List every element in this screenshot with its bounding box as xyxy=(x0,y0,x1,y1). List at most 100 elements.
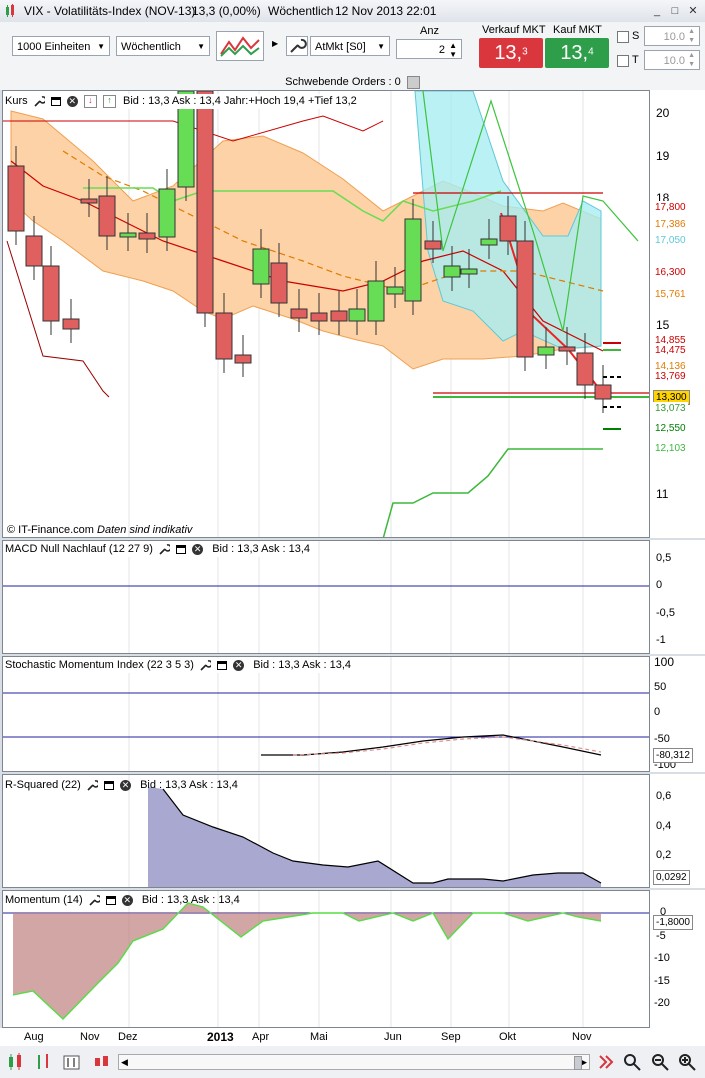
rsq-last-value: 0,0292 xyxy=(653,870,690,885)
stoch-line xyxy=(261,734,602,756)
target-input[interactable]: 10.0 ▲ ▼ xyxy=(644,50,700,70)
axis-label: 19 xyxy=(656,149,670,163)
order-type-select[interactable]: AtMkt [S0] ▼ xyxy=(310,36,390,56)
stop-checkbox[interactable] xyxy=(617,31,629,43)
zoom-fit-icon[interactable] xyxy=(622,1052,642,1072)
candle xyxy=(42,265,60,322)
stop-value: 10.0 xyxy=(663,31,685,43)
qty-value: 2 xyxy=(438,44,445,56)
candle xyxy=(424,240,442,250)
stoch-panel[interactable]: Stochastic Momentum Index (22 3 5 3) ✕ B… xyxy=(2,656,650,772)
price-axis[interactable]: 20 19 18 15 11 17,800 17,386 17,050 16,300 1… xyxy=(650,90,705,538)
candle xyxy=(516,240,534,358)
close-icon[interactable]: ✕ xyxy=(686,4,700,18)
move-down-icon[interactable]: ↓ xyxy=(83,94,97,108)
candle xyxy=(386,286,404,295)
stepper-icon[interactable]: ▲ ▼ xyxy=(688,27,695,45)
units-value: 1000 Einheiten xyxy=(17,41,91,53)
macd-axis[interactable]: 0,5 0 -0,5 -1 xyxy=(650,540,705,654)
price-chart[interactable] xyxy=(3,91,650,538)
candle xyxy=(558,346,576,352)
ohlc-icon[interactable] xyxy=(62,1052,82,1072)
pending-orders-bar: Schwebende Orders : 0 xyxy=(0,74,705,90)
axis-label: -5 xyxy=(656,930,666,942)
macd-chart[interactable] xyxy=(3,541,650,654)
window-icon[interactable] xyxy=(217,660,228,670)
stepper-icon[interactable]: ▲ ▼ xyxy=(688,51,695,69)
close-icon[interactable]: ✕ xyxy=(120,779,132,791)
stoch-axis[interactable]: 100 50 0 -50 -100 -80,312 xyxy=(650,655,705,772)
macd-panel[interactable]: MACD Null Nachlauf (12 27 9) ✕ Bid : 13,… xyxy=(2,540,650,654)
close-icon[interactable]: ✕ xyxy=(192,543,204,555)
stepper-icon[interactable]: ▲ ▼ xyxy=(449,41,457,59)
scroll-left-icon[interactable]: ◀ xyxy=(121,1055,128,1069)
window-icon[interactable] xyxy=(105,895,116,905)
rsq-axis[interactable]: 0,6 0,4 0,2 0,0292 xyxy=(650,774,705,888)
window-title: VIX - Volatilitäts-Index (NOV-13) xyxy=(24,4,196,18)
price-panel[interactable]: Kurs ✕ ↓ ↑ Bid : 13,3 Ask : 13,4 Jahr:+H… xyxy=(2,90,650,538)
stop-input[interactable]: 10.0 ▲ ▼ xyxy=(644,26,700,46)
time-label: Jun xyxy=(384,1031,402,1043)
wrench-icon[interactable] xyxy=(87,779,98,791)
wrench-icon[interactable] xyxy=(89,894,100,906)
candle xyxy=(234,354,252,364)
time-axis[interactable]: Aug Nov Dez 2013 Apr Mai Jun Sep Okt Nov xyxy=(0,1028,705,1046)
axis-label: -1 xyxy=(656,634,666,646)
chevron-down-icon: ▼ xyxy=(97,42,105,51)
candle xyxy=(537,346,555,356)
chart-style-icon xyxy=(220,36,260,57)
candle xyxy=(80,198,98,204)
candle xyxy=(348,308,366,322)
bar-chart-icon[interactable] xyxy=(34,1052,54,1072)
toolbar: 1000 Einheiten ▼ Wöchentlich ▼ ▶ AtMkt [S0… xyxy=(0,22,705,74)
close-icon[interactable]: ✕ xyxy=(121,894,133,906)
mom-chart[interactable] xyxy=(3,891,650,1028)
buy-label: Kauf MKT xyxy=(553,24,602,36)
candle xyxy=(98,195,116,237)
pending-orders-text[interactable]: Schwebende Orders : 0 xyxy=(285,76,401,88)
stoch-chart[interactable] xyxy=(3,657,650,772)
maximize-icon[interactable]: □ xyxy=(668,4,682,18)
candle xyxy=(367,280,385,322)
pending-orders-icon[interactable] xyxy=(406,75,420,89)
sell-button[interactable]: 13,3 xyxy=(479,38,543,68)
close-icon[interactable]: ✕ xyxy=(66,95,78,107)
zoom-in-icon[interactable] xyxy=(677,1052,697,1072)
wrench-icon[interactable] xyxy=(159,543,171,555)
wrench-icon xyxy=(290,38,307,53)
support-line-green xyxy=(382,448,603,537)
time-label: Dez xyxy=(118,1031,138,1043)
scroll-end-icon[interactable] xyxy=(596,1052,616,1072)
wrench-icon[interactable] xyxy=(200,659,211,671)
stoch-last-value: -80,312 xyxy=(653,748,693,763)
candle-style-icon[interactable] xyxy=(92,1052,112,1072)
mom-axis[interactable]: 0 -5 -10 -15 -20 -1,8000 xyxy=(650,890,705,1028)
window-icon[interactable] xyxy=(103,780,114,790)
close-icon[interactable]: ✕ xyxy=(233,659,245,671)
qty-stepper[interactable]: 2 ▲ ▼ xyxy=(396,39,462,59)
price-panel-label: Kurs xyxy=(5,95,28,107)
buy-button[interactable]: 13,4 xyxy=(545,38,609,68)
minimize-icon[interactable]: _ xyxy=(650,4,664,18)
zoom-out-icon[interactable] xyxy=(650,1052,670,1072)
window-icon[interactable] xyxy=(176,544,187,554)
settings-wrench-button[interactable] xyxy=(286,36,308,56)
target-checkbox[interactable] xyxy=(617,55,629,67)
units-select[interactable]: 1000 Einheiten ▼ xyxy=(12,36,110,56)
window-icon[interactable] xyxy=(50,96,61,106)
price-level-label: 17,050 xyxy=(653,234,688,247)
axis-label: 0,6 xyxy=(656,790,672,802)
wrench-icon[interactable] xyxy=(34,95,45,107)
candlestick-icon[interactable] xyxy=(6,1052,26,1072)
mom-panel[interactable]: Momentum (14) ✕ Bid : 13,3 Ask : 13,4 xyxy=(2,890,650,1028)
horizontal-scrollbar[interactable]: ◀ ▶ xyxy=(118,1054,590,1070)
interval-select[interactable]: Wöchentlich ▼ xyxy=(116,36,210,56)
scroll-thumb[interactable] xyxy=(574,1056,582,1070)
mom-panel-header: Momentum (14) ✕ Bid : 13,3 Ask : 13,4 xyxy=(5,893,244,908)
chart-type-button[interactable] xyxy=(216,31,264,61)
rsq-panel[interactable]: R-Squared (22) ✕ Bid : 13,3 Ask : 13,4 xyxy=(2,774,650,888)
stop-label: S xyxy=(632,30,640,42)
candle xyxy=(404,218,422,302)
play-icon[interactable]: ▶ xyxy=(272,39,278,48)
move-up-icon[interactable]: ↑ xyxy=(102,94,116,108)
